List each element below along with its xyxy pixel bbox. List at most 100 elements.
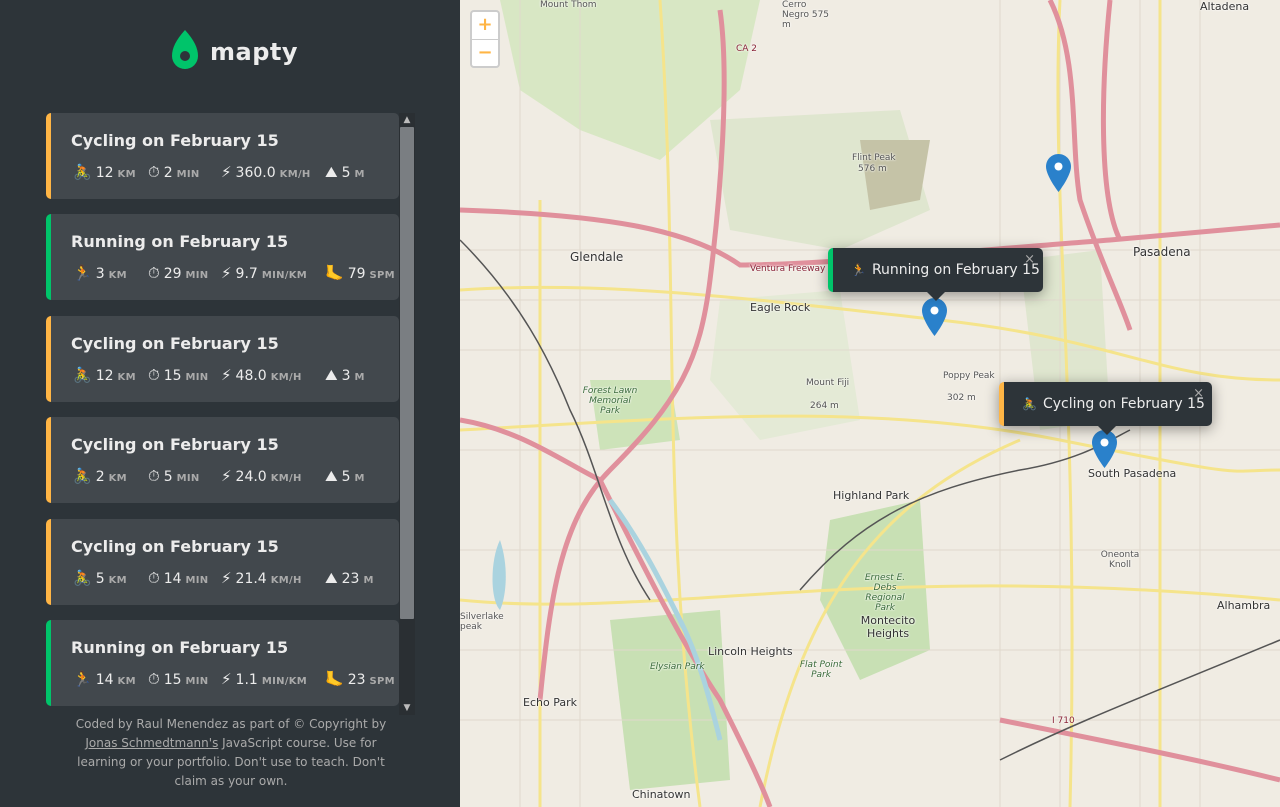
workout-stats: 🚴 12 KM ⏱ 2 MIN ⚡ 360.0 KM/H ⛰ 5 M	[73, 163, 393, 185]
lightning-icon: ⚡	[221, 365, 232, 384]
workout-stat: 🦶 79 SPM	[325, 264, 395, 282]
workout-stat: ⛰ 23 M	[325, 569, 374, 587]
popup-label: Cycling on February 15	[1042, 396, 1205, 412]
place-label: Pasadena	[1133, 245, 1191, 259]
lightning-icon: ⚡	[221, 670, 232, 688]
stat-value: 21.4	[235, 570, 267, 587]
workout-stat: 🚴 5 KM	[73, 569, 127, 587]
map-marker-icon[interactable]	[1092, 430, 1117, 468]
map-marker-icon[interactable]	[1046, 154, 1071, 192]
place-label: 264 m	[810, 401, 839, 411]
workout-stat: ⏱ 15 MIN	[148, 670, 208, 688]
footprint-icon: 🦶	[325, 264, 344, 283]
stat-unit: M	[363, 574, 374, 586]
workout-stat: 🏃 14 KM	[73, 670, 136, 688]
workout-card-cycling[interactable]: Cycling on February 15 🚴 5 KM ⏱ 14 MIN ⚡ 21.4 KM/…	[46, 518, 399, 605]
workout-list-scrollbar[interactable]: ▲ ▼	[399, 113, 415, 715]
stat-unit: KM	[117, 371, 136, 383]
map-marker-icon[interactable]	[922, 298, 947, 336]
stopwatch-icon: ⏱	[148, 568, 160, 587]
stat-unit: KM/H	[270, 371, 302, 383]
stat-unit: M	[354, 371, 365, 383]
workout-stat: 🦶 23 SPM	[325, 670, 395, 688]
scroll-thumb[interactable]	[400, 127, 414, 619]
place-label: Oneonta Knoll	[1100, 550, 1140, 570]
park-label: Elysian Park	[650, 662, 705, 672]
zoom-out-button[interactable]: −	[472, 39, 498, 66]
stat-unit: KM/H	[279, 169, 311, 180]
stat-value: 5	[95, 570, 105, 587]
stat-unit: KM	[117, 169, 136, 180]
workout-stat: ⏱ 5 MIN	[148, 467, 200, 485]
workout-stat: ⏱ 29 MIN	[148, 264, 208, 282]
workout-stat: 🚴 12 KM	[73, 163, 136, 181]
stat-value: 29	[163, 266, 182, 283]
mountain-icon: ⛰	[325, 568, 338, 587]
workout-card-cycling[interactable]: Cycling on February 15 🚴 12 KM ⏱ 2 MIN ⚡ 360.0 KM…	[46, 113, 399, 199]
place-label: Poppy Peak	[943, 371, 995, 381]
workout-stat: ⛰ 3 M	[325, 366, 365, 384]
stat-unit: KM	[108, 473, 127, 485]
workout-stat: ⚡ 48.0 KM/H	[221, 366, 302, 384]
stat-value: 12	[95, 165, 114, 181]
workout-title: Cycling on February 15	[71, 333, 279, 353]
workout-stat: 🚴 12 KM	[73, 366, 136, 384]
stopwatch-icon: ⏱	[148, 365, 160, 384]
park-label: Flat Point Park	[799, 660, 843, 680]
scroll-down-icon[interactable]: ▼	[399, 701, 415, 715]
workout-popup-running[interactable]: 🏃 Running on February 15 ×	[828, 248, 1043, 301]
workout-card-cycling[interactable]: Cycling on February 15 🚴 2 KM ⏱ 5 MIN ⚡ 24.0 KM/H…	[46, 417, 399, 504]
popup-tip	[1097, 425, 1117, 435]
stat-unit: SPM	[369, 270, 395, 282]
road-label: I 710	[1052, 716, 1075, 726]
stat-unit: MIN	[185, 574, 209, 586]
place-label: Eagle Rock	[750, 301, 811, 314]
bicycle-icon: 🚴	[73, 568, 92, 587]
zoom-in-button[interactable]: +	[472, 12, 498, 39]
stopwatch-icon: ⏱	[148, 670, 160, 688]
bicycle-icon: 🚴	[73, 365, 92, 384]
place-label: Altadena	[1200, 0, 1250, 13]
runner-icon: 🏃	[851, 263, 866, 277]
workout-stat: ⛰ 5 M	[325, 467, 365, 485]
popup-tip	[926, 291, 946, 301]
bicycle-icon: 🚴	[1022, 397, 1037, 411]
workout-title: Running on February 15	[71, 638, 289, 657]
workout-popup-cycling[interactable]: 🚴 Cycling on February 15 ×	[999, 382, 1212, 435]
stat-value: 15	[163, 672, 182, 688]
place-label: South Pasadena	[1088, 467, 1177, 480]
author-link[interactable]: Jonas Schmedtmann's	[85, 736, 218, 750]
stat-value: 3	[95, 266, 105, 283]
workout-stat: ⚡ 9.7 MIN/KM	[221, 264, 307, 282]
stat-value: 2	[95, 469, 105, 486]
runner-icon: 🏃	[73, 670, 92, 688]
stopwatch-icon: ⏱	[148, 467, 160, 486]
place-label: Mount Thom	[540, 0, 597, 10]
workout-stats: 🚴 12 KM ⏱ 15 MIN ⚡ 48.0 KM/H ⛰ 3 M	[73, 366, 393, 388]
place-label: Lincoln Heights	[708, 645, 793, 658]
workout-card-running[interactable]: Running on February 15 🏃 3 KM ⏱ 29 MIN ⚡ 9.7 MIN/…	[46, 214, 399, 301]
stat-unit: M	[354, 473, 365, 485]
stat-unit: MIN	[176, 473, 200, 485]
scroll-up-icon[interactable]: ▲	[399, 113, 415, 127]
workout-card-cycling[interactable]: Cycling on February 15 🚴 12 KM ⏱ 15 MIN ⚡ 48.0 KM…	[46, 315, 399, 402]
map[interactable]: + − Glendale Pasadena Eagle Rock Highlan…	[460, 0, 1280, 807]
stat-value: 79	[347, 266, 366, 283]
lightning-icon: ⚡	[221, 568, 232, 587]
stat-value: 12	[95, 367, 114, 384]
place-label: Highland Park	[833, 489, 910, 502]
road-label: CA 2	[736, 44, 758, 54]
stat-value: 24.0	[235, 469, 267, 486]
close-icon[interactable]: ×	[1024, 252, 1035, 267]
workout-stat: ⚡ 360.0 KM/H	[221, 163, 311, 181]
workout-title: Cycling on February 15	[71, 536, 279, 556]
workout-list[interactable]: Cycling on February 15 🚴 12 KM ⏱ 2 MIN ⚡ 360.0 KM…	[46, 113, 415, 715]
lightning-icon: ⚡	[221, 163, 232, 181]
stat-unit: MIN	[185, 270, 209, 282]
sidebar: mapty Cycling on February 15 🚴 12 KM ⏱ 2 MIN ⚡ 3…	[0, 0, 460, 807]
stat-value: 360.0	[235, 165, 276, 181]
close-icon[interactable]: ×	[1193, 386, 1204, 401]
workout-stats: 🚴 2 KM ⏱ 5 MIN ⚡ 24.0 KM/H ⛰ 5 M	[73, 467, 393, 489]
stat-value: 14	[95, 672, 114, 688]
workout-card-running[interactable]: Running on February 15 🏃 14 KM ⏱ 15 MIN ⚡ 1.1 MIN…	[46, 620, 399, 706]
